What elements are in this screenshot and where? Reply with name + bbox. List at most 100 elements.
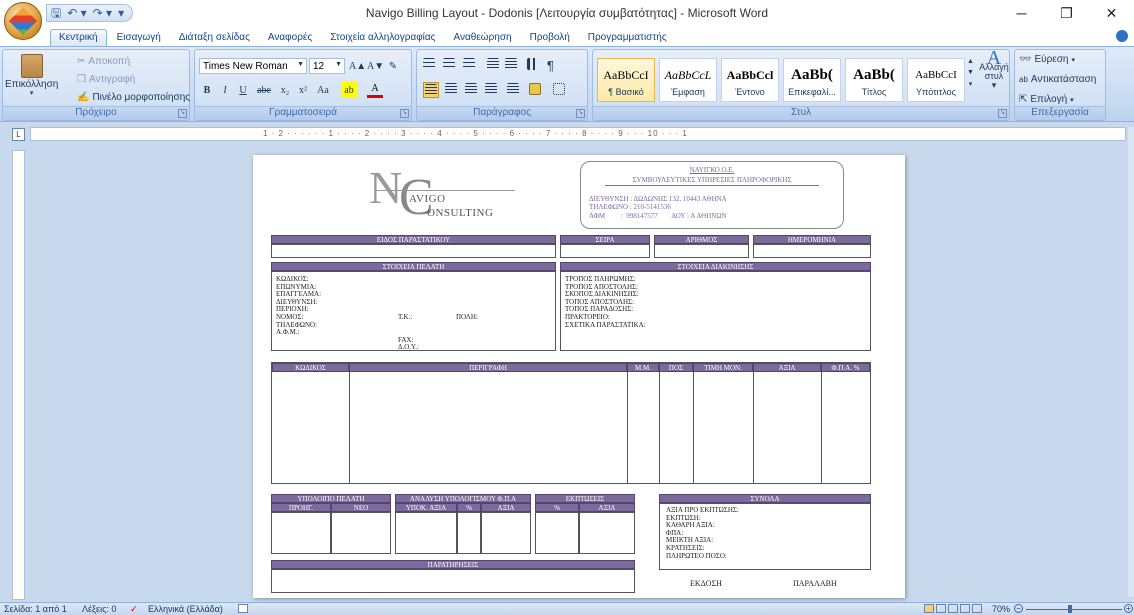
font-color-button[interactable]: A [367, 82, 383, 98]
bullets-button[interactable] [423, 58, 435, 70]
style-heading[interactable]: AaBb(Επικεφαλί... [783, 58, 841, 102]
paragraph-launcher-icon[interactable]: ↘ [576, 109, 585, 118]
vat-pct-cell[interactable] [457, 512, 481, 554]
multilevel-list-button[interactable] [463, 58, 475, 70]
line-spacing-button[interactable] [507, 83, 519, 95]
increase-indent-button[interactable] [505, 58, 517, 70]
proofing-icon[interactable]: ✓ [130, 604, 138, 615]
office-button[interactable] [4, 2, 42, 40]
tab-home[interactable]: Κεντρική [50, 29, 107, 46]
tab-references[interactable]: Αναφορές [260, 30, 320, 46]
change-case-button[interactable]: Aa [315, 82, 331, 98]
format-painter-button[interactable]: ✍ Πινέλο μορφοποίησης [77, 92, 190, 103]
tab-developer[interactable]: Προγραμματιστής [580, 30, 675, 46]
doc-type-cell[interactable] [271, 244, 556, 258]
replace-button[interactable]: ab Αντικατάσταση [1019, 74, 1096, 85]
align-right-button[interactable] [465, 83, 477, 95]
shrink-font-button[interactable]: A▼ [365, 58, 386, 74]
shipping-block[interactable]: ΤΡΟΠΟΣ ΠΛΗΡΩΜΗΣ: ΤΡΟΠΟΣ ΑΠΟΣΤΟΛΗΣ: ΣΚΟΠΟ… [560, 271, 871, 351]
style-emphasis[interactable]: AaBbCcL Έμφαση [659, 58, 717, 102]
select-button[interactable]: ⇱ Επιλογή ▾ [1019, 94, 1074, 105]
show-marks-button[interactable]: ¶ [547, 58, 554, 73]
page-count[interactable]: Σελίδα: 1 από 1 [4, 604, 67, 614]
customize-qat-button[interactable]: ▾ [118, 6, 124, 20]
word-count[interactable]: Λέξεις: 0 [82, 604, 116, 614]
font-name-combo[interactable]: Times New Roman ▼ [199, 58, 307, 74]
macro-record-icon[interactable] [238, 604, 248, 613]
style-title[interactable]: AaBb(Τίτλος [845, 58, 903, 102]
superscript-button[interactable]: x² [295, 82, 311, 98]
zoom-in-icon[interactable]: + [1124, 604, 1133, 613]
change-styles-button[interactable]: A Αλλαγή στυλ ▾ [979, 48, 1009, 90]
customer-block[interactable]: ΚΩΔΙΚΟΣ: ΕΠΩΝΥΜΙΑ: ΕΠΑΓΓΕΛΜΑ: ΔΙΕΥΘΥΝΣΗ:… [271, 271, 556, 351]
discount-value-cell[interactable] [579, 512, 635, 554]
tab-mailings[interactable]: Στοιχεία αλληλογραφίας [322, 30, 443, 46]
print-layout-view-icon[interactable] [924, 604, 934, 613]
help-icon[interactable] [1116, 30, 1128, 42]
number-cell[interactable] [654, 244, 749, 258]
style-normal[interactable]: AaBbCcI ¶ Βασικό [597, 58, 655, 102]
draft-view-icon[interactable] [972, 604, 982, 613]
sort-button[interactable] [527, 58, 539, 70]
series-cell[interactable] [560, 244, 650, 258]
balance-new-cell[interactable] [331, 512, 391, 554]
highlight-button[interactable]: ab [341, 82, 357, 98]
borders-button[interactable] [553, 83, 565, 95]
balance-prev-cell[interactable] [271, 512, 331, 554]
vertical-scrollbar[interactable] [1128, 127, 1134, 597]
underline-button[interactable]: U [235, 82, 251, 98]
paste-button[interactable]: Επικόλληση ▾ [5, 54, 58, 97]
font-launcher-icon[interactable]: ↘ [400, 109, 409, 118]
tab-selector[interactable]: L [12, 128, 25, 141]
styles-launcher-icon[interactable]: ↘ [998, 109, 1007, 118]
vat-value-cell[interactable] [481, 512, 531, 554]
vat-base-cell[interactable] [395, 512, 457, 554]
full-screen-view-icon[interactable] [936, 604, 946, 613]
notes-cell[interactable] [271, 569, 635, 593]
zoom-slider-thumb[interactable] [1068, 605, 1072, 613]
styles-scroll-button[interactable]: ▲ ▼ ▾ [967, 58, 974, 88]
clipboard-launcher-icon[interactable]: ↘ [178, 109, 187, 118]
language[interactable]: Ελληνικά (Ελλάδα) [148, 604, 223, 614]
style-subtitle[interactable]: AaBbCcI Υπότιτλος [907, 58, 965, 102]
find-button[interactable]: 👓 Εύρεση ▾ [1019, 54, 1075, 65]
close-button[interactable]: ✕ [1089, 0, 1134, 26]
zoom-level[interactable]: 70% [992, 604, 1010, 614]
minimize-button[interactable]: ─ [999, 0, 1044, 26]
horizontal-ruler[interactable]: 1 · 2 · · · · · · 1 · · · · 2 · · · · 3 … [30, 127, 1126, 141]
shading-button[interactable] [529, 83, 541, 95]
vertical-ruler[interactable] [12, 150, 25, 600]
tab-page-layout[interactable]: Διάταξη σελίδας [171, 30, 258, 46]
copy-button[interactable]: ❐ Αντιγραφή [77, 74, 135, 85]
tab-insert[interactable]: Εισαγωγή [109, 30, 169, 46]
items-table[interactable]: ΚΩΔΙΚΟΣ ΠΕΡΙΓΡΑΦΗ Μ.Μ. ΠΟΣ ΤΙΜΗ ΜΟΝ. ΑΞΙ… [271, 362, 871, 484]
maximize-button[interactable]: ❐ [1044, 0, 1089, 26]
zoom-out-icon[interactable]: − [1014, 604, 1023, 613]
bold-button[interactable]: B [199, 82, 215, 98]
decrease-indent-button[interactable] [487, 58, 499, 70]
clear-format-button[interactable]: ✎ [385, 58, 401, 74]
web-layout-view-icon[interactable] [948, 604, 958, 613]
discount-pct-cell[interactable] [535, 512, 579, 554]
cut-button[interactable]: ✂ Αποκοπή [77, 56, 130, 67]
numbering-button[interactable] [443, 58, 455, 70]
zoom-slider[interactable] [1026, 609, 1122, 610]
subscript-button[interactable]: x₂ [277, 82, 293, 98]
justify-button[interactable] [485, 83, 497, 95]
align-center-button[interactable] [445, 83, 457, 95]
align-left-button[interactable] [423, 82, 439, 98]
group-editing: 👓 Εύρεση ▾ ab Αντικατάσταση ⇱ Επιλογή ▾ Επεξε… [1014, 49, 1106, 121]
style-strong[interactable]: AaBbCcl Έντονο [721, 58, 779, 102]
outline-view-icon[interactable] [960, 604, 970, 613]
document-page[interactable]: N C AVIGO ONSULTING ΝΑΥΙΓΚΟ Ο.Ε. ΣΥΜΒΟΥΛ… [253, 155, 905, 598]
save-icon[interactable]: 🖫 [51, 6, 61, 20]
italic-button[interactable]: I [217, 82, 233, 98]
undo-button[interactable]: ↶ ▾ [67, 6, 86, 20]
totals-block[interactable]: ΑΞΙΑ ΠΡΟ ΕΚΠΤΩΣΗΣ: ΕΚΠΤΩΣΗ: ΚΑΘΑΡΗ ΑΞΙΑ:… [659, 503, 871, 570]
redo-button[interactable]: ↷ ▾ [93, 6, 112, 20]
tab-view[interactable]: Προβολή [522, 30, 578, 46]
tab-review[interactable]: Αναθεώρηση [446, 30, 520, 46]
strikethrough-button[interactable]: abe [255, 82, 273, 98]
date-cell[interactable] [753, 244, 871, 258]
font-size-combo[interactable]: 12 ▼ [309, 58, 345, 74]
